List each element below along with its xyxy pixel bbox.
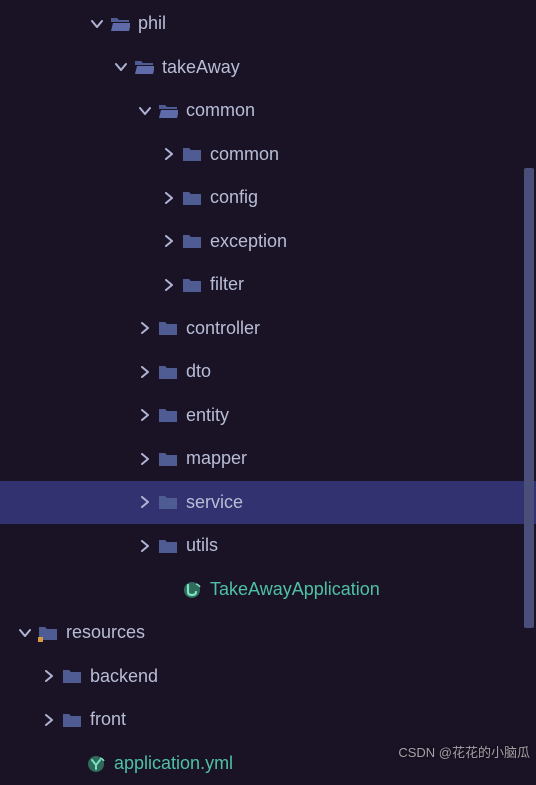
tree-item-label: resources (66, 622, 145, 643)
chevron-right-icon[interactable] (136, 319, 154, 337)
tree-item-label: TakeAwayApplication (210, 579, 380, 600)
folder-open-icon (158, 102, 178, 120)
tree-item-takeAway[interactable]: takeAway (0, 46, 536, 90)
tree-item-label: common (186, 100, 255, 121)
tree-item-label: front (90, 709, 126, 730)
yml-file-icon (86, 753, 106, 773)
folder-open-icon (110, 15, 130, 33)
chevron-right-icon[interactable] (136, 537, 154, 555)
folder-icon (62, 667, 82, 685)
tree-item-label: entity (186, 405, 229, 426)
tree-item-label: config (210, 187, 258, 208)
chevron-right-icon[interactable] (160, 189, 178, 207)
chevron-right-icon[interactable] (40, 667, 58, 685)
scrollbar-thumb[interactable] (524, 168, 534, 628)
chevron-down-icon[interactable] (16, 624, 34, 642)
tree-item-label: dto (186, 361, 211, 382)
tree-item-dto[interactable]: dto (0, 350, 536, 394)
chevron-right-icon[interactable] (160, 232, 178, 250)
tree-item-config[interactable]: config (0, 176, 536, 220)
tree-item-common[interactable]: common (0, 89, 536, 133)
tree-item-label: filter (210, 274, 244, 295)
folder-icon (182, 232, 202, 250)
tree-item-label: phil (138, 13, 166, 34)
tree-item-label: application.yml (114, 753, 233, 774)
tree-item-front[interactable]: front (0, 698, 536, 742)
tree-item-utils[interactable]: utils (0, 524, 536, 568)
chevron-down-icon[interactable] (88, 15, 106, 33)
tree-item-label: takeAway (162, 57, 240, 78)
tree-item-mapper[interactable]: mapper (0, 437, 536, 481)
tree-item-exception[interactable]: exception (0, 220, 536, 264)
chevron-right-icon[interactable] (136, 450, 154, 468)
tree-item-filter[interactable]: filter (0, 263, 536, 307)
chevron-right-icon[interactable] (40, 711, 58, 729)
folder-icon (182, 276, 202, 294)
tree-item-label: backend (90, 666, 158, 687)
folder-icon (158, 406, 178, 424)
tree-item-service[interactable]: service (0, 481, 536, 525)
project-tree: phil takeAway common common config exception f… (0, 0, 536, 785)
tree-item-phil[interactable]: phil (0, 2, 536, 46)
chevron-right-icon[interactable] (160, 145, 178, 163)
tree-item-controller[interactable]: controller (0, 307, 536, 351)
chevron-right-icon[interactable] (136, 493, 154, 511)
folder-icon (158, 450, 178, 468)
folder-icon (62, 711, 82, 729)
chevron-down-icon[interactable] (112, 58, 130, 76)
folder-icon (158, 537, 178, 555)
tree-item-TakeAwayApplication[interactable]: TakeAwayApplication (0, 568, 536, 612)
chevron-right-icon[interactable] (160, 276, 178, 294)
folder-icon (158, 493, 178, 511)
folder-icon (158, 319, 178, 337)
resources-folder-icon (38, 624, 58, 642)
folder-open-icon (134, 58, 154, 76)
tree-item-label: common (210, 144, 279, 165)
tree-item-label: controller (186, 318, 260, 339)
tree-item-entity[interactable]: entity (0, 394, 536, 438)
watermark-text: CSDN @花花的小脑瓜 (398, 742, 530, 761)
folder-icon (158, 363, 178, 381)
chevron-right-icon[interactable] (136, 406, 154, 424)
tree-item-label: utils (186, 535, 218, 556)
tree-item-backend[interactable]: backend (0, 655, 536, 699)
java-class-icon (182, 579, 202, 599)
folder-icon (182, 145, 202, 163)
tree-item-resources[interactable]: resources (0, 611, 536, 655)
chevron-right-icon[interactable] (136, 363, 154, 381)
tree-item-label: mapper (186, 448, 247, 469)
tree-item-label: exception (210, 231, 287, 252)
chevron-down-icon[interactable] (136, 102, 154, 120)
folder-icon (182, 189, 202, 207)
tree-item-label: service (186, 492, 243, 513)
tree-item-common[interactable]: common (0, 133, 536, 177)
